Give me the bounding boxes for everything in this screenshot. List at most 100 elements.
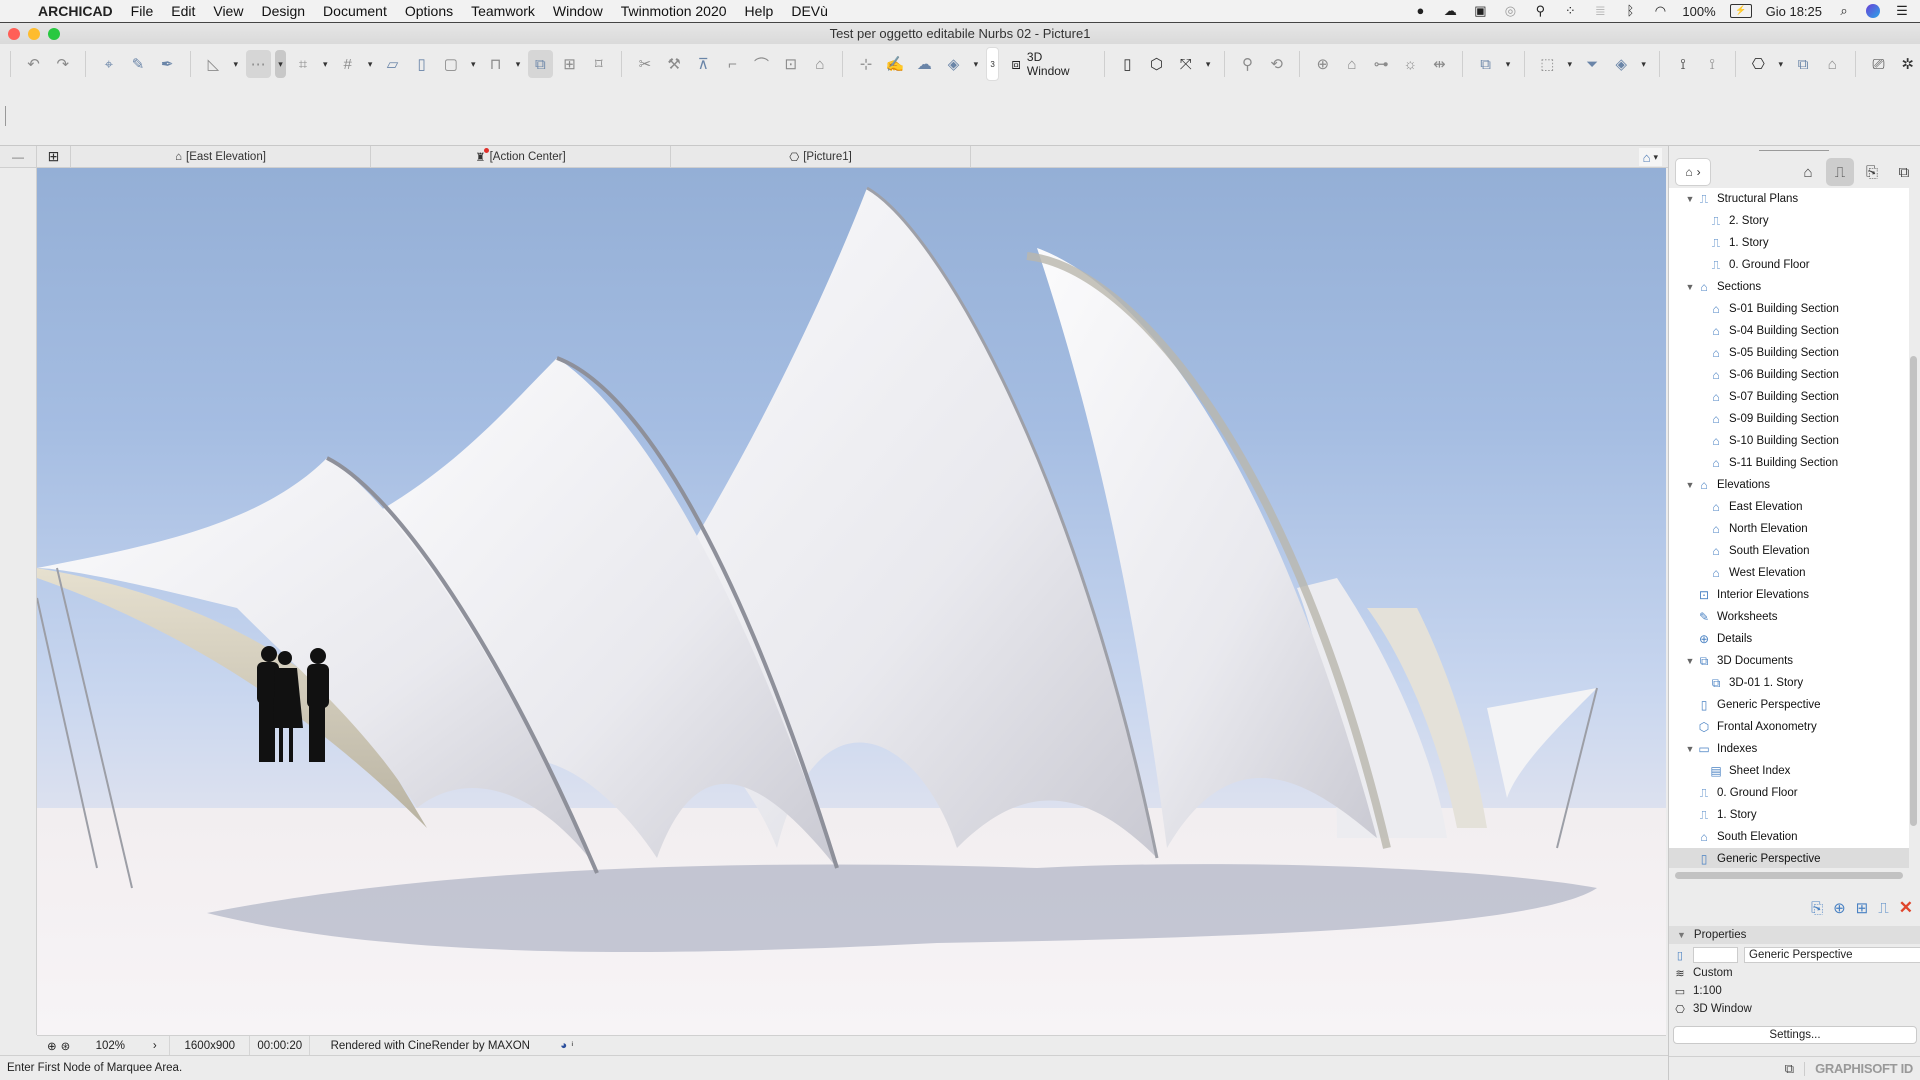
- disclosure-triangle-icon[interactable]: ▼: [1685, 744, 1695, 754]
- tree-item[interactable]: ▼ ▭ Indexes: [1669, 738, 1909, 760]
- tree-item[interactable]: ⬡ Frontal Axonometry: [1669, 716, 1909, 738]
- close-window-button[interactable]: [8, 28, 20, 40]
- chevron-down-icon[interactable]: ▾: [1638, 50, 1650, 78]
- menu-twinmotion[interactable]: Twinmotion 2020: [621, 3, 727, 19]
- roof-icon[interactable]: ⌂: [807, 50, 832, 78]
- tree-item[interactable]: ▼ ⎍ Structural Plans: [1669, 188, 1909, 210]
- dimension-icon[interactable]: ⊞: [557, 50, 582, 78]
- tree-item[interactable]: ▯ Generic Perspective: [1669, 848, 1909, 868]
- tree-item[interactable]: ⌂ West Elevation: [1669, 562, 1909, 584]
- palette-grip[interactable]: [1759, 150, 1829, 151]
- antenna-icon[interactable]: ⚲: [1532, 4, 1548, 18]
- layer-icon[interactable]: ⧉: [527, 50, 553, 78]
- chevron-down-icon[interactable]: ▾: [320, 50, 332, 78]
- tree-item[interactable]: ⌂ South Elevation: [1669, 826, 1909, 848]
- zoom-menu-chevron[interactable]: ›: [140, 1035, 171, 1056]
- chevron-down-icon[interactable]: ▾: [512, 50, 524, 78]
- coordinates-icon[interactable]: ⌗: [290, 50, 315, 78]
- vertical-plane-icon[interactable]: ▯: [409, 50, 434, 78]
- tree-item[interactable]: ⎍ 1. Story: [1669, 804, 1909, 826]
- tab-action-center[interactable]: ♜ [Action Center]: [371, 145, 671, 168]
- sign-icon[interactable]: ✍: [883, 50, 908, 78]
- group-icon[interactable]: ⊹: [853, 50, 878, 78]
- tree-item[interactable]: ⌂ North Elevation: [1669, 518, 1909, 540]
- chevron-down-icon[interactable]: ▾: [467, 50, 479, 78]
- bimcloud-icon[interactable]: ☁: [912, 50, 937, 78]
- navigator-view-selector[interactable]: ⌂ ▾: [1638, 148, 1662, 166]
- tree-item[interactable]: ⎍ 1. Story: [1669, 232, 1909, 254]
- tree-item[interactable]: ⌂ East Elevation: [1669, 496, 1909, 518]
- wifi-icon[interactable]: ◠: [1652, 4, 1668, 18]
- layer-combination[interactable]: Custom: [1693, 967, 1733, 979]
- info-icon[interactable]: ⁱ: [571, 1039, 573, 1053]
- menu-help[interactable]: Help: [745, 3, 774, 19]
- clone-view-icon[interactable]: ⎍: [1878, 900, 1889, 917]
- view-id-field[interactable]: [1692, 947, 1738, 963]
- tree-item[interactable]: ⌂ S-05 Building Section: [1669, 342, 1909, 364]
- photo-render-icon[interactable]: ⎔: [1746, 50, 1771, 78]
- 3d-cutaway-icon[interactable]: ⌂: [1339, 50, 1364, 78]
- 3d-visualization-icon[interactable]: ◈: [1609, 50, 1634, 78]
- chevron-down-icon[interactable]: ▾: [1202, 50, 1214, 78]
- disclosure-triangle-icon[interactable]: ▼: [1685, 194, 1695, 204]
- chevron-down-icon[interactable]: ▾: [230, 50, 242, 78]
- tree-item[interactable]: ⊡ Interior Elevations: [1669, 584, 1909, 606]
- model-view-icon[interactable]: ◈: [941, 50, 966, 78]
- walk-icon[interactable]: ⚲: [1235, 50, 1260, 78]
- undo-icon[interactable]: ↶: [21, 50, 46, 78]
- disclosure-triangle-icon[interactable]: ▼: [1685, 480, 1695, 490]
- fillet-icon[interactable]: ⌐: [720, 50, 745, 78]
- bubble-icon[interactable]: ●: [1412, 4, 1428, 18]
- chevron-down-icon[interactable]: ▾: [970, 50, 982, 78]
- tab-bar-handle[interactable]: —: [0, 145, 37, 168]
- grid-snap-icon[interactable]: #: [335, 50, 360, 78]
- butterfly-icon[interactable]: ⁘: [1562, 4, 1578, 18]
- disclosure-triangle-icon[interactable]: ▼: [1685, 282, 1695, 292]
- marquee-icon[interactable]: ⬚: [1535, 50, 1560, 78]
- minimize-window-button[interactable]: [28, 28, 40, 40]
- orbit-icon[interactable]: ⟲: [1264, 50, 1289, 78]
- pick-up-parameters-icon[interactable]: ✎: [125, 50, 150, 78]
- battery-icon[interactable]: ⚡: [1729, 4, 1752, 18]
- tab-east-elevation[interactable]: ⌂ [East Elevation]: [71, 145, 371, 168]
- layout-book-tab-icon[interactable]: ⎘: [1858, 158, 1886, 186]
- render-settings-icon[interactable]: ⧉: [1791, 50, 1816, 78]
- menu-app-name[interactable]: ARCHICAD: [38, 3, 113, 19]
- fit-in-window-icon[interactable]: ⊛: [61, 1039, 71, 1053]
- tree-vertical-scrollbar[interactable]: [1910, 356, 1917, 826]
- publisher-sets-tab-icon[interactable]: ⧉: [1890, 158, 1918, 186]
- menu-window[interactable]: Window: [553, 3, 603, 19]
- navigation-icon[interactable]: ⤧: [1173, 50, 1198, 78]
- menu-view[interactable]: View: [213, 3, 243, 19]
- creative-cloud-icon[interactable]: ◎: [1502, 4, 1518, 18]
- save-view-icon[interactable]: ⊕: [1833, 899, 1846, 917]
- adjust-icon[interactable]: ⚒: [661, 50, 686, 78]
- tree-item[interactable]: ⌂ South Elevation: [1669, 540, 1909, 562]
- resize-icon[interactable]: ⊡: [778, 50, 803, 78]
- axonometry-view-icon[interactable]: ⬡: [1144, 50, 1169, 78]
- brush-icon[interactable]: ⟟: [1670, 50, 1695, 78]
- delete-icon[interactable]: ✕: [1899, 898, 1913, 918]
- tab-grid-icon[interactable]: ⊞: [37, 145, 71, 168]
- hotspot-icon[interactable]: ⌑: [586, 50, 611, 78]
- sun-icon[interactable]: ☼: [1398, 50, 1423, 78]
- cloud-upload-icon[interactable]: ☁: [1442, 4, 1458, 18]
- tree-horizontal-scrollbar[interactable]: [1675, 872, 1903, 879]
- 3d-window-button[interactable]: ⧈ 3D Window: [1003, 50, 1093, 78]
- settings-button[interactable]: Settings...: [1673, 1026, 1917, 1044]
- new-view-icon[interactable]: ⊞: [1856, 899, 1869, 917]
- snap-guides-icon[interactable]: ⋯: [245, 50, 271, 78]
- tab-picture1[interactable]: ⎔ [Picture1]: [671, 145, 971, 168]
- tree-item[interactable]: ⎍ 2. Story: [1669, 210, 1909, 232]
- tree-item[interactable]: ⌂ S-07 Building Section: [1669, 386, 1909, 408]
- spotlight-search-icon[interactable]: ⌕: [1836, 4, 1852, 18]
- explode-icon[interactable]: ⇹: [1427, 50, 1452, 78]
- notification-center-icon[interactable]: ☰: [1894, 4, 1910, 18]
- menu-document[interactable]: Document: [323, 3, 387, 19]
- project-map-tab-icon[interactable]: ⌂: [1794, 158, 1822, 186]
- tree-item[interactable]: ⎍ 0. Ground Floor: [1669, 782, 1909, 804]
- effects-icon[interactable]: ✲: [1895, 50, 1920, 78]
- menu-teamwork[interactable]: Teamwork: [471, 3, 535, 19]
- 3d-style-icon[interactable]: ⧉: [1473, 50, 1498, 78]
- lock-icon[interactable]: ⊓: [483, 50, 508, 78]
